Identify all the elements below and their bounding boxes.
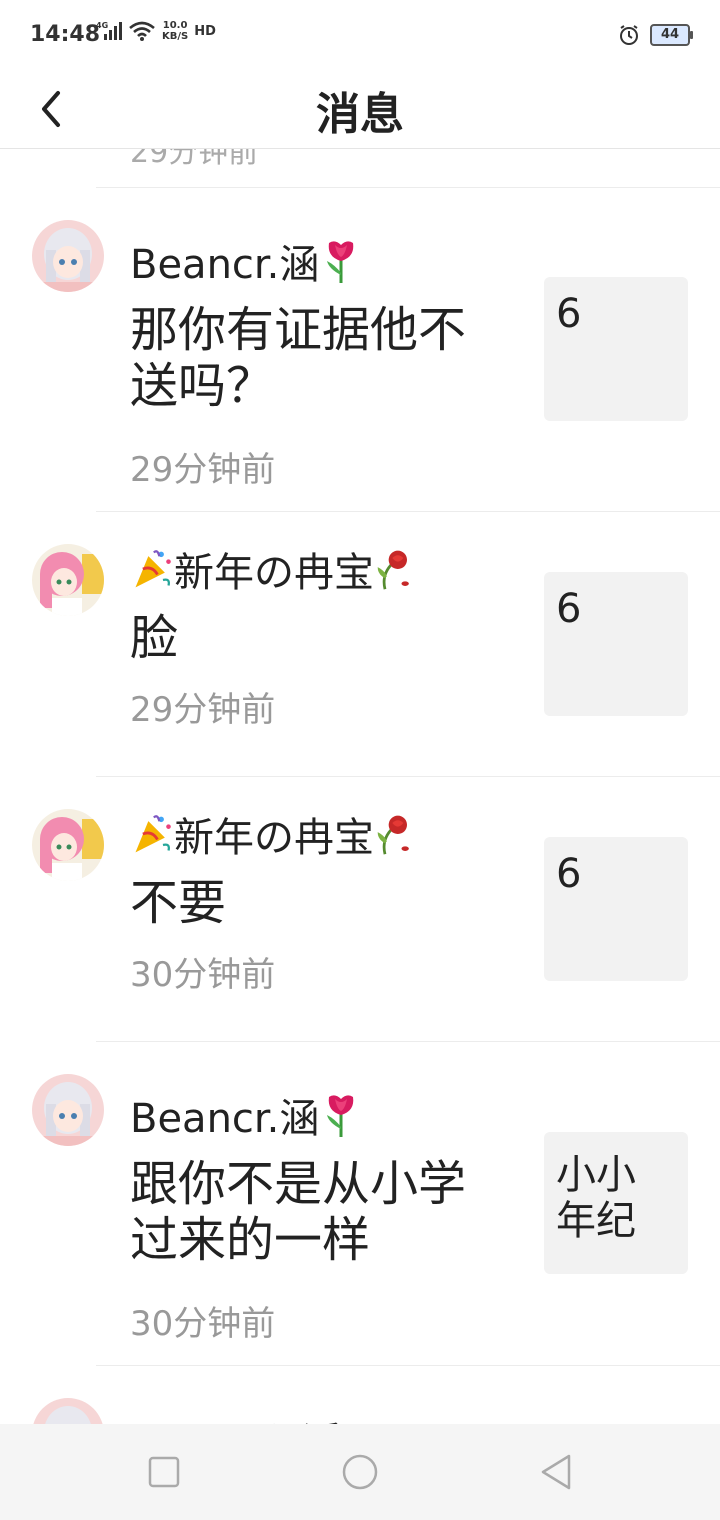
battery-indicator: 44 [650, 24, 693, 46]
message-text: 跟你不是从小学过来的一样 [130, 1156, 467, 1268]
post-thumbnail[interactable]: 6 [544, 837, 688, 981]
message-item-partial[interactable]: ATN 一阿近 [0, 1366, 720, 1424]
tulip-emoji-icon [319, 1093, 363, 1137]
wilted-rose-emoji-icon [374, 547, 418, 591]
sender-name-text: 新年の冉宝 [174, 550, 374, 596]
message-item[interactable]: 新年の冉宝 脸 29分钟前 6 [0, 512, 720, 776]
avatar[interactable] [32, 220, 104, 292]
hd-icon: HD [194, 23, 216, 39]
sender-name: 新年の冉宝 [130, 805, 418, 863]
thumbnail-text: 6 [556, 291, 582, 337]
message-text: 不要 [130, 875, 227, 931]
message-time: 29分钟前 [130, 450, 276, 490]
home-button[interactable] [340, 1452, 380, 1492]
message-text: 脸 [130, 610, 179, 666]
avatar[interactable] [32, 1074, 104, 1146]
message-time: 29分钟前 [130, 690, 276, 730]
post-thumbnail[interactable]: 小小年纪 [544, 1132, 688, 1274]
thumbnail-text: 小小年纪 [556, 1152, 636, 1244]
sender-name: Beancr.涵 [130, 232, 363, 290]
message-item[interactable]: 新年の冉宝 不要 30分钟前 6 [0, 777, 720, 1041]
thumbnail-text: 6 [556, 851, 582, 897]
system-nav-bar [0, 1424, 720, 1520]
avatar-anime-girl-white-hair [32, 1398, 104, 1424]
network-speed: 10.0 KB/S [162, 20, 188, 42]
wifi-icon [129, 21, 155, 41]
sender-name-text: Beancr.涵 [130, 1096, 320, 1142]
triangle-back-icon [541, 1454, 571, 1490]
square-icon [148, 1456, 180, 1488]
avatar-anime-girl-pink-hair [32, 544, 104, 616]
avatar-anime-girl-white-hair [32, 1074, 104, 1146]
sender-name-text: ATN 一阿近 [130, 1410, 341, 1424]
recent-apps-button[interactable] [144, 1452, 184, 1492]
tulip-emoji-icon [319, 239, 363, 283]
sender-name: 新年の冉宝 [130, 540, 418, 598]
message-list[interactable]: 29分钟前 Beancr.涵 那你有证据他不送吗？ 29分钟前 6 新年の冉宝 … [0, 149, 720, 1424]
avatar[interactable] [32, 1398, 104, 1424]
sender-name: Beancr.涵 [130, 1086, 363, 1144]
sender-name: ATN 一阿近 [130, 1410, 341, 1424]
avatar-anime-girl-pink-hair [32, 809, 104, 881]
status-right: 44 [618, 24, 693, 46]
status-icons: 4G 10.0 KB/S HD [96, 20, 216, 42]
message-time: 30分钟前 [130, 955, 276, 995]
message-item[interactable]: Beancr.涵 跟你不是从小学过来的一样 30分钟前 小小年纪 [0, 1042, 720, 1365]
status-time: 14:48 [30, 22, 101, 47]
avatar[interactable] [32, 544, 104, 616]
back-nav-button[interactable] [536, 1452, 576, 1492]
party-popper-emoji-icon [130, 812, 174, 856]
message-text: 那你有证据他不送吗？ [130, 302, 467, 414]
avatar[interactable] [32, 809, 104, 881]
message-time: 30分钟前 [130, 1304, 276, 1344]
speed-value: 10.0 [162, 20, 188, 31]
message-item[interactable]: Beancr.涵 那你有证据他不送吗？ 29分钟前 6 [0, 188, 720, 511]
page-title: 消息 [316, 89, 404, 140]
alarm-icon [620, 25, 638, 45]
thumbnail-text: 6 [556, 586, 582, 632]
sender-name-text: 新年の冉宝 [174, 815, 374, 861]
status-bar: 14:48 4G 10.0 KB/S HD 44 [0, 0, 720, 70]
circle-icon [342, 1454, 378, 1490]
avatar-anime-girl-white-hair [32, 220, 104, 292]
post-thumbnail[interactable]: 6 [544, 572, 688, 716]
network-type-label: 4G [96, 21, 108, 30]
speed-unit: KB/S [162, 31, 189, 42]
post-thumbnail[interactable]: 6 [544, 277, 688, 421]
nav-bar: 消息 [0, 70, 720, 149]
signal-icon: 4G [96, 21, 122, 40]
partial-message-time: 29分钟前 [130, 149, 259, 170]
party-popper-emoji-icon [130, 547, 174, 591]
wilted-rose-emoji-icon [374, 812, 418, 856]
sender-name-text: Beancr.涵 [130, 242, 320, 288]
